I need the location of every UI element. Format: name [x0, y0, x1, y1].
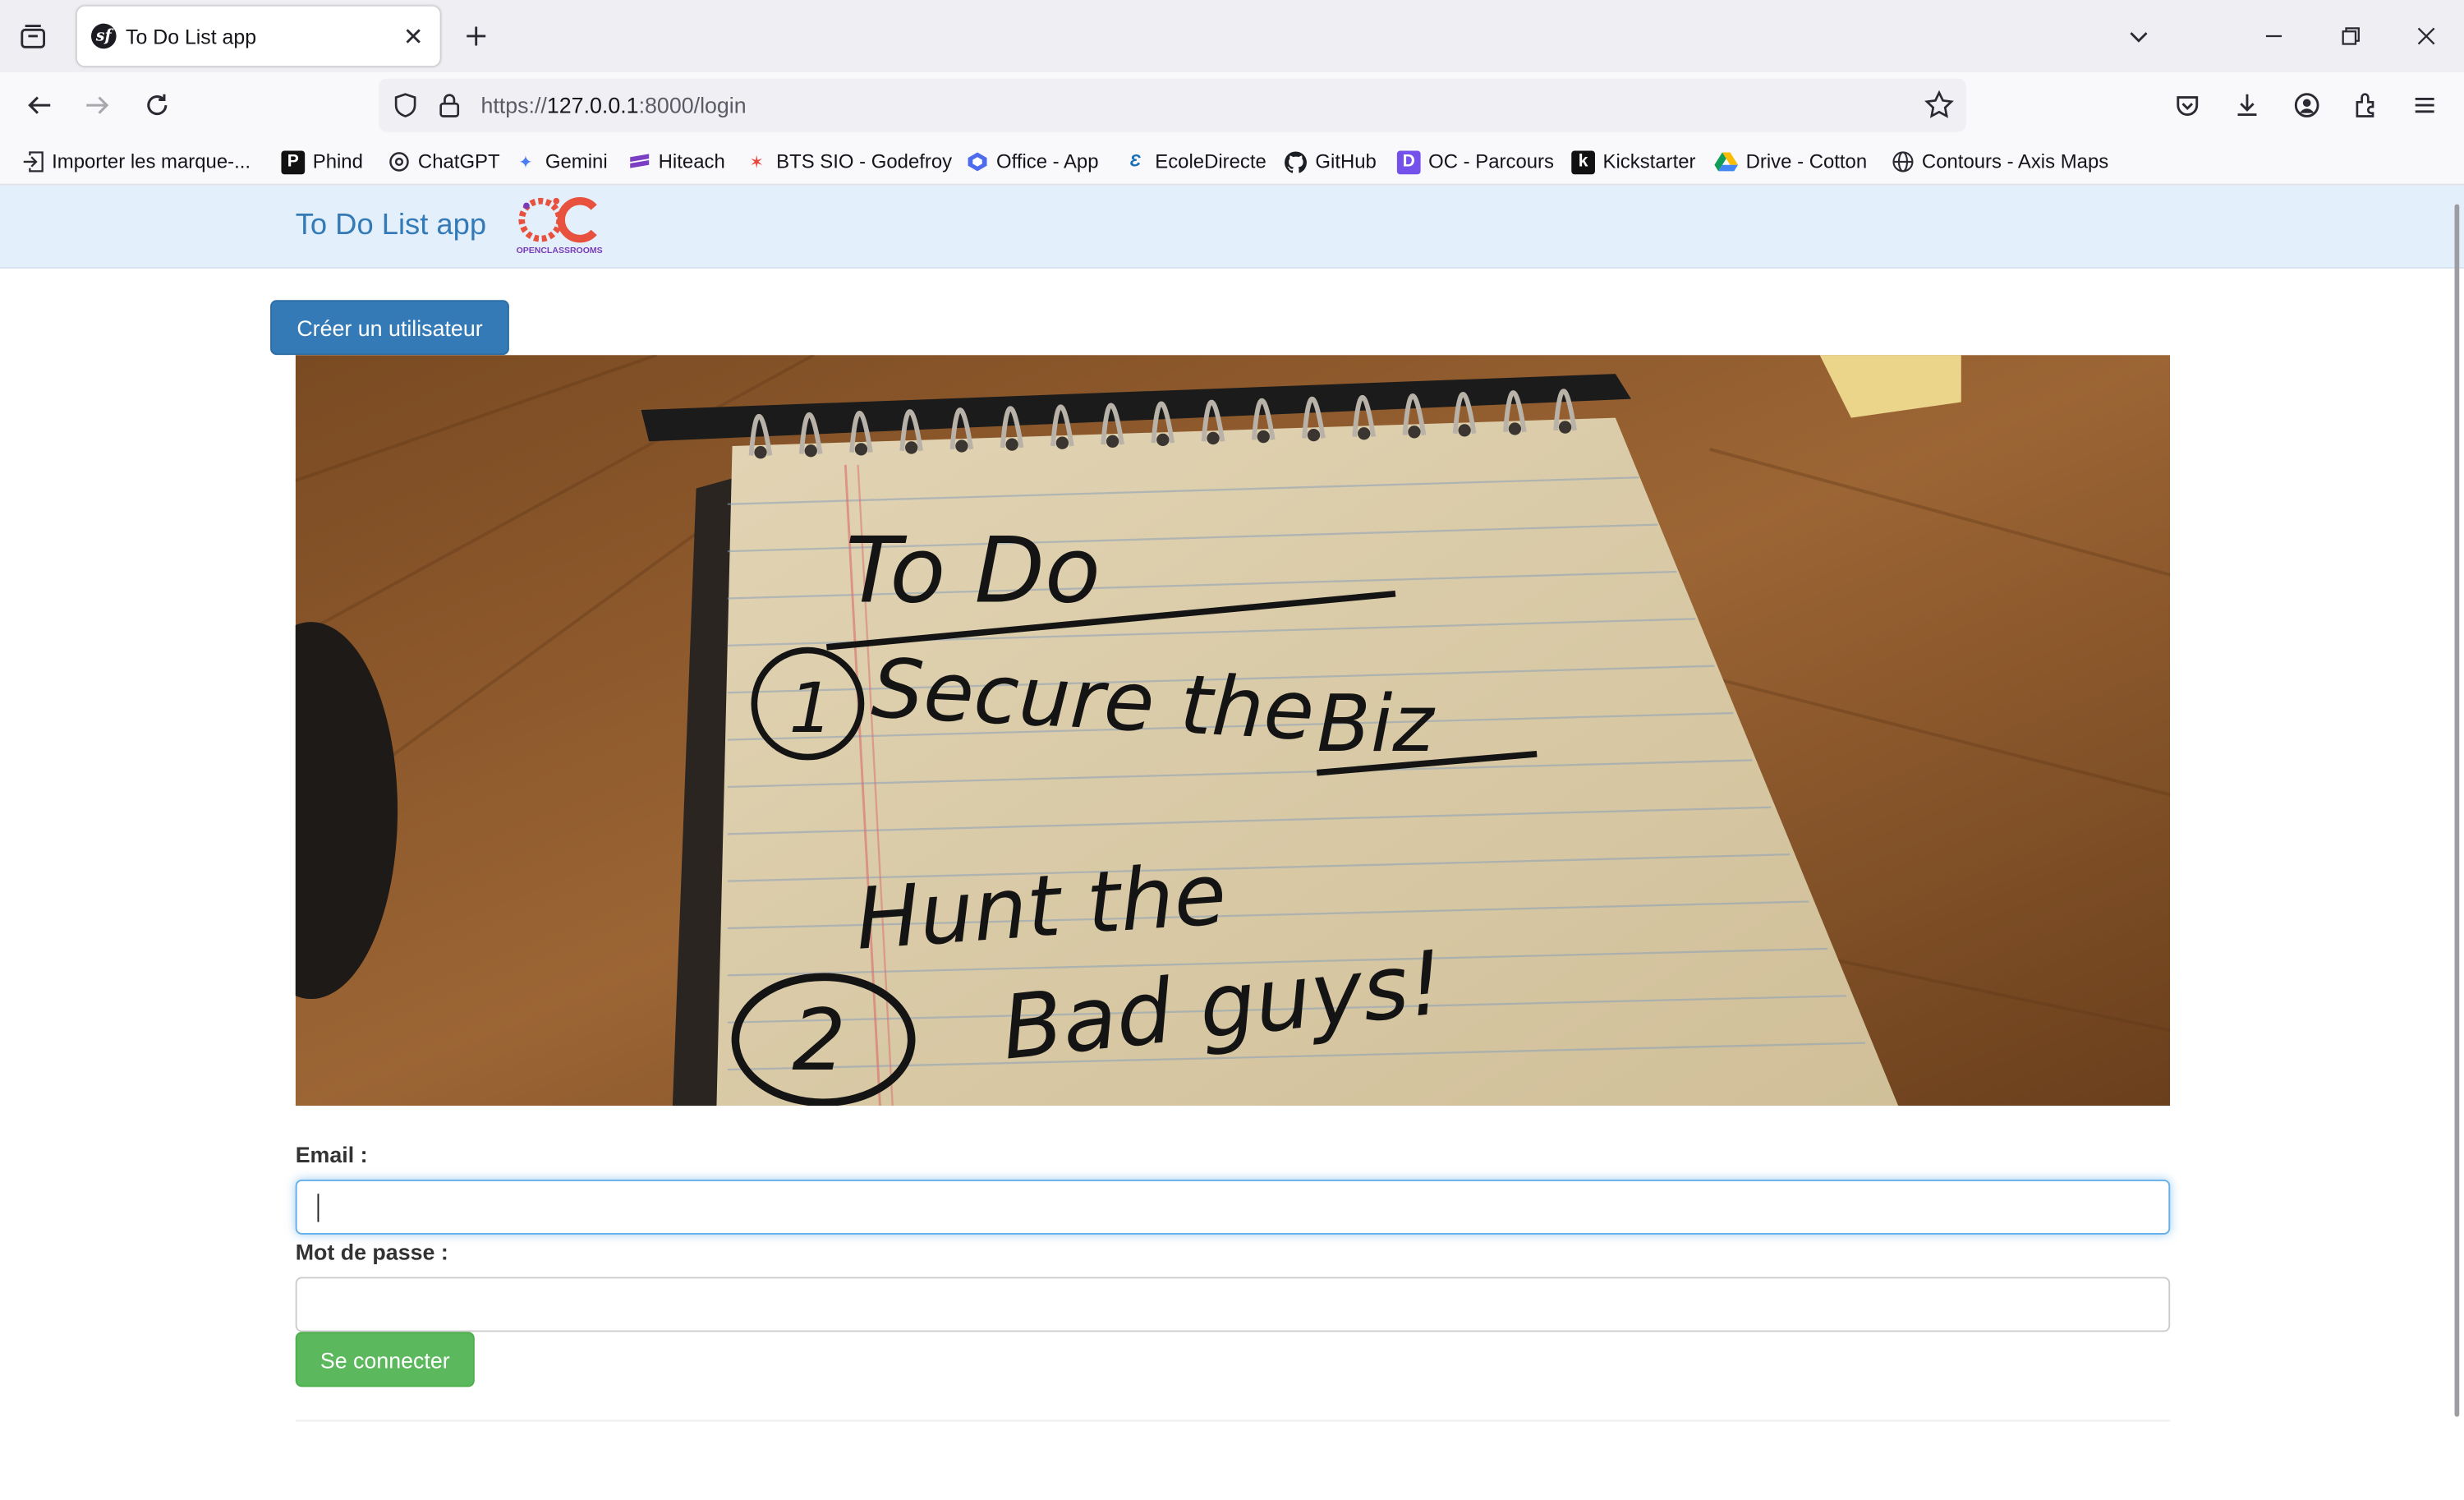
download-icon[interactable] [2228, 86, 2266, 124]
chatgpt-icon [387, 150, 411, 174]
lock-icon[interactable] [437, 91, 462, 127]
url-bar[interactable]: https://127.0.0.1:8000/login [379, 78, 1966, 132]
bookmarks-toolbar: Importer les marque-... P Phind ChatGPT … [0, 138, 2464, 186]
bookmark-item[interactable]: Hiteach [627, 150, 725, 175]
scrollbar[interactable] [2454, 204, 2460, 1417]
star-icon: ✶ [749, 153, 765, 173]
password-label: Mot de passe : [295, 1239, 448, 1265]
ecoledirecte-icon: Ɛ [1129, 152, 1142, 172]
bookmark-item[interactable]: D OC - Parcours [1396, 150, 1554, 175]
tab-list-icon[interactable] [16, 19, 50, 53]
close-window-icon[interactable] [2409, 19, 2443, 53]
brand-link[interactable]: To Do List app [296, 209, 486, 243]
forward-icon[interactable] [79, 86, 117, 124]
minimize-icon[interactable] [2256, 19, 2291, 53]
email-field[interactable] [295, 1179, 2171, 1235]
extensions-icon[interactable] [2347, 86, 2385, 124]
bookmark-item[interactable]: ChatGPT [387, 150, 500, 175]
svg-text:OPENCLASSROOMS: OPENCLASSROOMS [517, 246, 603, 255]
gemini-icon: ✦ [518, 153, 533, 173]
bookmark-item[interactable]: GitHub [1284, 150, 1377, 175]
password-field[interactable] [295, 1277, 2171, 1332]
pocket-icon[interactable] [2168, 86, 2206, 124]
openclassrooms-logo: OPENCLASSROOMS [513, 191, 607, 257]
new-tab-icon[interactable] [459, 19, 494, 53]
svg-text:Biz: Biz [1317, 678, 1435, 770]
import-icon [21, 150, 44, 174]
bookmark-item[interactable]: Ɛ EcoleDirecte [1124, 150, 1266, 175]
svg-text:1: 1 [788, 668, 833, 748]
tab-title: To Do List app [126, 25, 257, 49]
shield-icon[interactable] [391, 91, 419, 127]
bookmark-item[interactable]: ✶ BTS SIO - Godefroy [745, 150, 952, 175]
globe-icon [1891, 150, 1915, 174]
todo-notepad-image: To Do 1 Secure the Biz Hunt the 2 Bad gu… [295, 355, 2171, 1107]
github-icon [1284, 150, 1308, 174]
bookmark-star-icon[interactable] [1924, 90, 1955, 129]
bookmark-item[interactable]: Office - App [965, 150, 1099, 175]
phind-icon: P [281, 150, 306, 174]
openclassrooms-icon: D [1396, 150, 1421, 174]
text-caret [317, 1194, 319, 1222]
bookmark-item[interactable]: Importer les marque-... [21, 150, 251, 175]
divider [295, 1419, 2171, 1422]
bookmark-item[interactable]: ✦ Gemini [514, 150, 607, 175]
account-icon[interactable] [2288, 86, 2326, 124]
create-user-button[interactable]: Créer un utilisateur [270, 300, 509, 356]
hiteach-icon [627, 150, 650, 174]
kickstarter-icon: k [1571, 150, 1595, 174]
url-text[interactable]: https://127.0.0.1:8000/login [480, 93, 746, 118]
reload-icon[interactable] [138, 86, 176, 124]
chevron-down-icon[interactable] [2122, 19, 2156, 53]
menu-icon[interactable] [2406, 86, 2443, 124]
svg-text:To Do: To Do [845, 518, 1101, 623]
site-navbar: To Do List app OPENCLASSROOMS [0, 185, 2464, 269]
browser-tab[interactable]: sf To Do List app [76, 6, 440, 67]
bookmark-item[interactable]: Contours - Axis Maps [1891, 150, 2108, 175]
restore-icon[interactable] [2333, 19, 2368, 53]
svg-text:2: 2 [792, 992, 846, 1090]
back-icon[interactable] [21, 86, 58, 124]
email-input[interactable] [297, 1180, 2169, 1233]
office-icon [965, 150, 989, 174]
symfony-icon: sf [90, 23, 117, 49]
login-button[interactable]: Se connecter [295, 1332, 475, 1387]
bookmark-item[interactable]: P Phind [281, 150, 363, 175]
web-page: To Do List app OPENCLASSROOMS Créer un u… [0, 185, 2464, 1500]
drive-icon [1714, 150, 1739, 174]
close-icon[interactable] [399, 22, 427, 50]
browser-window: sf To Do List app https://127.0.0.1:8000… [0, 0, 2464, 1500]
navigation-toolbar: https://127.0.0.1:8000/login [0, 71, 2464, 139]
email-label: Email : [295, 1142, 368, 1167]
tab-bar: sf To Do List app [0, 0, 2464, 72]
bookmark-item[interactable]: Drive - Cotton [1714, 150, 1867, 175]
password-input[interactable] [297, 1278, 2169, 1331]
bookmark-item[interactable]: k Kickstarter [1571, 150, 1696, 175]
